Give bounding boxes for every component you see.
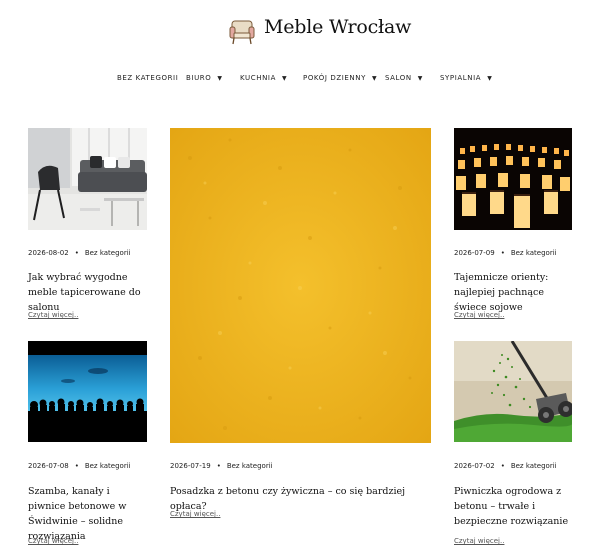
post-title[interactable]: Piwniczka ogrodowa z betonu – trwałe i b…	[454, 484, 579, 529]
post-meta: 2026-08-02 • Bez kategorii	[28, 249, 131, 257]
post-title[interactable]: Tajemnicze orienty: najlepiej pachnące ś…	[454, 270, 579, 315]
chevron-down-icon: ▼	[217, 75, 223, 82]
post-date: 2026-07-08	[28, 462, 69, 470]
chevron-down-icon: ▼	[417, 75, 423, 82]
nav-item-label: BEZ KATEGORII	[117, 74, 179, 82]
aquarium-silhouettes-image	[28, 341, 147, 442]
lawn-mower-grass-image	[454, 341, 572, 442]
post-thumbnail[interactable]	[170, 128, 431, 443]
read-more-link[interactable]: Czytaj więcej..	[28, 311, 78, 319]
nav-item-label: KUCHNIA	[240, 74, 276, 82]
nav-item-salon[interactable]: SALON ▼	[385, 74, 423, 82]
nav-item-label: POKÓJ DZIENNY	[303, 74, 366, 82]
separator-dot: •	[74, 462, 79, 470]
post-meta: 2026-07-19 • Bez kategorii	[170, 462, 273, 470]
post-category-link[interactable]: Bez kategorii	[511, 462, 557, 470]
candle-lanterns-image	[454, 128, 572, 230]
site-header: Meble Wrocław	[0, 0, 600, 60]
nav-item-bez-kategorii[interactable]: BEZ KATEGORII	[117, 74, 178, 82]
nav-item-label: SYPIALNIA	[440, 74, 482, 82]
post-thumbnail[interactable]	[454, 128, 572, 230]
post-meta: 2026-07-02 • Bez kategorii	[454, 462, 557, 470]
post-title[interactable]: Jak wybrać wygodne meble tapicerowane do…	[28, 270, 150, 315]
read-more-link[interactable]: Czytaj więcej..	[170, 510, 220, 518]
post-category-link[interactable]: Bez kategorii	[227, 462, 273, 470]
living-room-sofa-image	[28, 128, 147, 230]
chevron-down-icon: ▼	[281, 75, 288, 82]
post-category-link[interactable]: Bez kategorii	[85, 249, 131, 257]
site-title[interactable]: Meble Wrocław	[264, 16, 411, 38]
post-date: 2026-08-02	[28, 249, 69, 257]
post-meta: 2026-07-09 • Bez kategorii	[454, 249, 557, 257]
post-date: 2026-07-19	[170, 462, 211, 470]
chevron-down-icon: ▼	[487, 75, 493, 82]
armchair-icon[interactable]	[229, 18, 255, 46]
yellow-textured-wall-image	[170, 128, 431, 443]
nav-item-kuchnia[interactable]: KUCHNIA ▼	[240, 74, 287, 82]
post-thumbnail[interactable]	[454, 341, 572, 442]
post-title[interactable]: Szamba, kanały i piwnice betonowe w Świd…	[28, 484, 150, 544]
post-meta: 2026-07-08 • Bez kategorii	[28, 462, 131, 470]
separator-dot: •	[500, 462, 505, 470]
post-thumbnail[interactable]	[28, 128, 147, 230]
post-thumbnail[interactable]	[28, 341, 147, 442]
read-more-link[interactable]: Czytaj więcej..	[28, 537, 78, 545]
read-more-link[interactable]: Czytaj więcej..	[454, 537, 504, 545]
nav-item-sypialnia[interactable]: SYPIALNIA ▼	[440, 74, 492, 82]
post-date: 2026-07-09	[454, 249, 495, 257]
read-more-link[interactable]: Czytaj więcej..	[454, 311, 504, 319]
post-category-link[interactable]: Bez kategorii	[511, 249, 557, 257]
separator-dot: •	[74, 249, 79, 257]
separator-dot: •	[500, 249, 505, 257]
nav-item-pokoj-dzienny[interactable]: POKÓJ DZIENNY ▼	[303, 74, 377, 82]
main-navigation: BEZ KATEGORII BIURO ▼ KUCHNIA ▼ POKÓJ DZIE…	[0, 74, 600, 88]
nav-item-label: BIURO	[186, 74, 212, 82]
separator-dot: •	[216, 462, 221, 470]
nav-item-label: SALON	[385, 74, 412, 82]
chevron-down-icon: ▼	[371, 75, 378, 82]
post-date: 2026-07-02	[454, 462, 495, 470]
post-category-link[interactable]: Bez kategorii	[85, 462, 131, 470]
nav-item-biuro[interactable]: BIURO ▼	[186, 74, 223, 82]
